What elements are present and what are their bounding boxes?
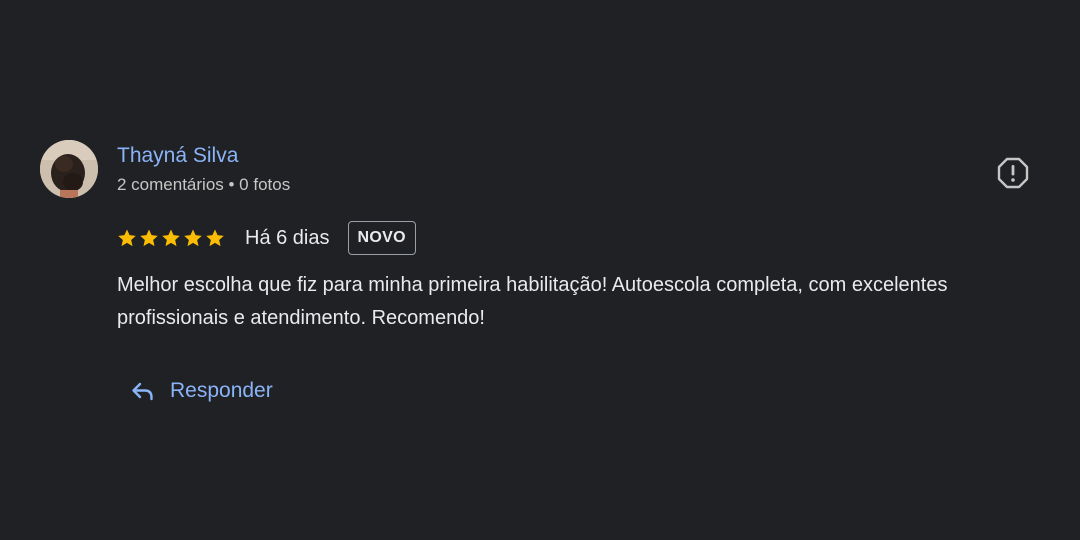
reply-button[interactable]: Responder [130, 376, 273, 406]
star-rating [117, 228, 225, 248]
star-icon [205, 228, 225, 248]
new-badge: NOVO [347, 221, 416, 255]
star-icon [139, 228, 159, 248]
reply-arrow-icon [132, 382, 153, 401]
rating-row: Há 6 dias NOVO [117, 219, 416, 257]
review-date: Há 6 dias [245, 226, 330, 249]
star-icon [183, 228, 203, 248]
review-text: Melhor escolha que fiz para minha primei… [117, 274, 948, 329]
star-icon [117, 228, 137, 248]
avatar[interactable] [40, 140, 98, 198]
author-name[interactable]: Thayná Silva [117, 144, 238, 168]
report-flag-icon [997, 157, 1029, 189]
star-icon [161, 228, 181, 248]
report-button[interactable] [996, 156, 1030, 190]
reply-label: Responder [170, 379, 273, 402]
avatar-image [40, 140, 98, 198]
author-meta: 2 comentários • 0 fotos [117, 175, 291, 194]
